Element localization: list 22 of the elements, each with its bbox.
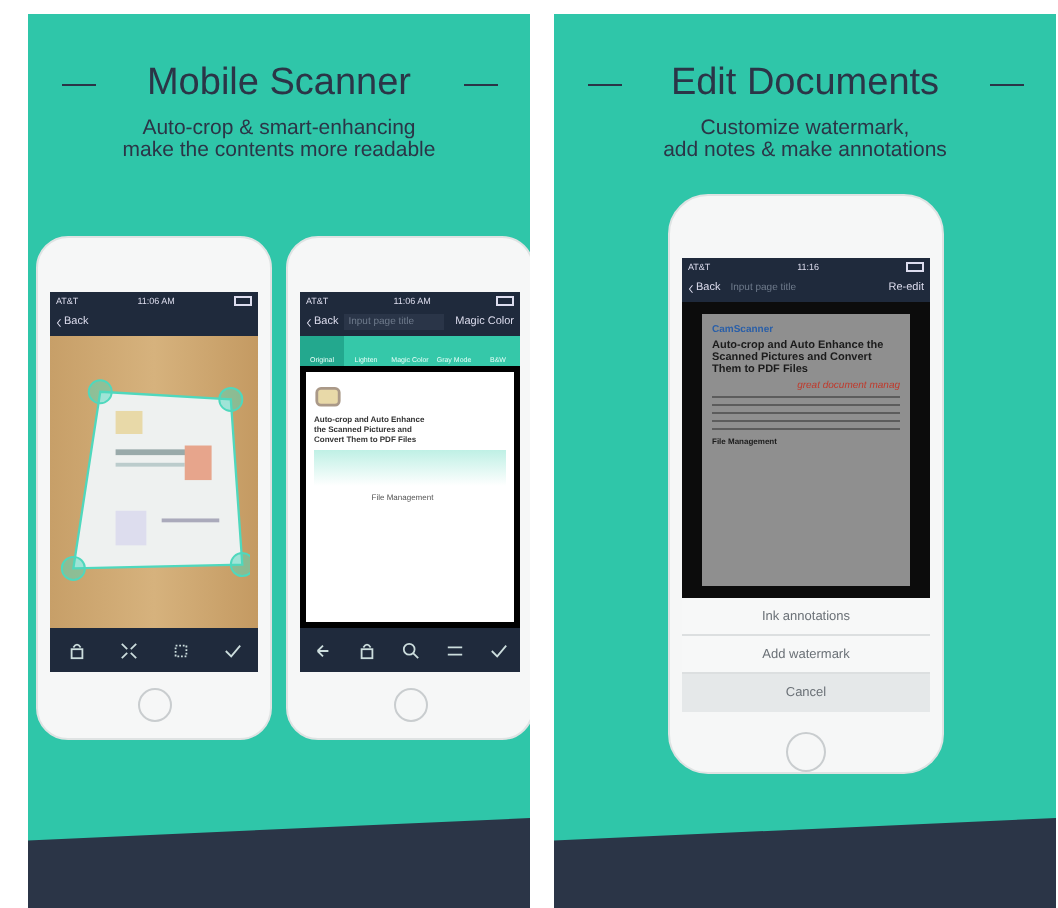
check-icon[interactable]: [489, 641, 507, 659]
expand-icon[interactable]: [119, 641, 137, 659]
panel-subtitle: make the contents more readable: [122, 140, 436, 162]
panel-subtitle: add notes & make annotations: [663, 140, 947, 162]
chevron-left-icon: [306, 317, 312, 327]
battery-icon: [905, 261, 924, 271]
dash-rule: [989, 83, 1023, 85]
undo-icon[interactable]: [313, 641, 331, 659]
panel-title: Edit Documents: [670, 62, 940, 106]
sliders-icon[interactable]: [445, 641, 463, 659]
battery-icon: [495, 295, 514, 305]
zoom-icon[interactable]: [401, 641, 419, 659]
chevron-left-icon: [688, 283, 694, 293]
panel-subtitle: Auto-crop & smart-enhancing: [142, 118, 416, 140]
dash-rule: [587, 83, 621, 85]
battery-icon: [233, 295, 252, 305]
chevron-left-icon: [56, 317, 62, 327]
dash-rule: [463, 83, 497, 85]
dash-rule: [61, 83, 95, 85]
panel-title: Mobile Scanner: [146, 62, 412, 106]
panel-subtitle: Customize watermark,: [700, 118, 910, 140]
check-icon[interactable]: [223, 641, 241, 659]
